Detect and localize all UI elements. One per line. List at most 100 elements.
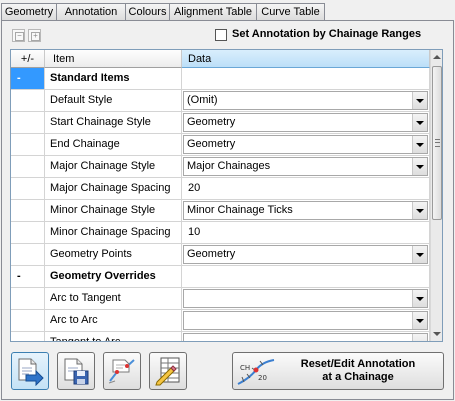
chevron-down-icon[interactable]	[412, 92, 427, 109]
toggle-cell	[11, 178, 45, 200]
plus-square-icon: +	[31, 32, 40, 41]
item-label: Minor Chainage Style	[45, 200, 182, 222]
section-row[interactable]: - Geometry Overrides	[11, 266, 430, 288]
chainage-ranges-checkbox[interactable]	[215, 29, 227, 41]
section-title: Geometry Overrides	[45, 266, 182, 288]
reset-edit-annotation-button[interactable]: CH 20 Reset/Edit Annotation at a Chainag…	[232, 352, 444, 390]
reset-edit-annotation-label: Reset/Edit Annotation at a Chainage	[279, 358, 437, 384]
dropdown-value: Minor Chainage Ticks	[187, 204, 293, 216]
property-row[interactable]: Tangent to Arc	[11, 332, 430, 341]
item-label: Default Style	[45, 90, 182, 112]
vertical-scrollbar[interactable]	[430, 50, 442, 341]
property-row[interactable]: Arc to Arc	[11, 310, 430, 332]
property-row[interactable]: Default Style (Omit)	[11, 90, 430, 112]
tab-alignment-table[interactable]: Alignment Table	[169, 3, 257, 20]
chevron-down-icon[interactable]	[412, 202, 427, 219]
style-dropdown[interactable]	[183, 289, 428, 308]
chevron-down-icon[interactable]	[412, 290, 427, 307]
style-dropdown[interactable]: Major Chainages	[183, 157, 428, 176]
data-cell	[182, 266, 430, 288]
save-settings-button[interactable]	[57, 352, 95, 390]
minus-square-icon: −	[15, 32, 24, 41]
chainage-annotation-icon: CH 20	[237, 359, 275, 385]
data-cell	[182, 288, 430, 310]
property-row[interactable]: Start Chainage Style Geometry	[11, 112, 430, 134]
data-cell: 20	[182, 178, 430, 200]
dropdown-value: (Omit)	[187, 94, 218, 106]
scroll-down-icon[interactable]	[431, 327, 442, 341]
data-cell: Geometry	[182, 112, 430, 134]
chainage-ranges-label: Set Annotation by Chainage Ranges	[232, 28, 422, 40]
tab-colours[interactable]: Colours	[125, 3, 170, 20]
header-item[interactable]: Item	[45, 50, 182, 68]
property-row[interactable]: End Chainage Geometry	[11, 134, 430, 156]
style-dropdown[interactable]: Minor Chainage Ticks	[183, 201, 428, 220]
toggle-cell	[11, 156, 45, 178]
toggle-cell	[11, 310, 45, 332]
pick-alignment-button[interactable]	[103, 352, 141, 390]
property-row[interactable]: Geometry Points Geometry	[11, 244, 430, 266]
item-label: Minor Chainage Spacing	[45, 222, 182, 244]
toggle-cell	[11, 90, 45, 112]
edit-table-button[interactable]	[149, 352, 187, 390]
reset-label-line2: at a Chainage	[322, 371, 394, 383]
svg-text:CH: CH	[240, 364, 250, 372]
grid-header: +/- Item Data	[11, 50, 430, 68]
tab-annotation[interactable]: Annotation	[56, 3, 126, 20]
toggle-cell	[11, 134, 45, 156]
chevron-down-icon[interactable]	[412, 114, 427, 131]
spacing-value-input[interactable]: 10	[185, 226, 200, 238]
property-row[interactable]: Minor Chainage Style Minor Chainage Ticks	[11, 200, 430, 222]
data-cell	[182, 332, 430, 341]
data-cell: Geometry	[182, 134, 430, 156]
chevron-down-icon[interactable]	[412, 246, 427, 263]
item-label: Arc to Tangent	[45, 288, 182, 310]
toggle-cell	[11, 112, 45, 134]
property-row[interactable]: Minor Chainage Spacing 10	[11, 222, 430, 244]
chevron-down-icon[interactable]	[412, 136, 427, 153]
spacing-value-input[interactable]: 20	[185, 182, 200, 194]
dropdown-value: Geometry	[187, 116, 236, 128]
collapse-toggle[interactable]: -	[11, 68, 45, 90]
save-settings-icon	[64, 358, 89, 385]
style-dropdown[interactable]: Geometry	[183, 113, 428, 132]
style-dropdown[interactable]: (Omit)	[183, 91, 428, 110]
header-data[interactable]: Data	[182, 50, 430, 68]
scrollbar-thumb[interactable]	[432, 66, 442, 220]
svg-text:20: 20	[258, 374, 267, 382]
header-toggle[interactable]: +/-	[11, 50, 45, 68]
toggle-cell	[11, 222, 45, 244]
chevron-down-icon[interactable]	[412, 334, 427, 341]
chevron-down-icon[interactable]	[412, 312, 427, 329]
style-dropdown[interactable]: Geometry	[183, 135, 428, 154]
collapse-all-button[interactable]: −	[12, 29, 25, 42]
toggle-cell	[11, 244, 45, 266]
tab-curve-table[interactable]: Curve Table	[256, 3, 325, 20]
edit-table-icon	[155, 357, 180, 386]
property-row[interactable]: Arc to Tangent	[11, 288, 430, 310]
property-row[interactable]: Major Chainage Spacing 20	[11, 178, 430, 200]
load-settings-button[interactable]	[11, 352, 49, 390]
style-dropdown[interactable]	[183, 311, 428, 330]
chevron-down-icon[interactable]	[412, 158, 427, 175]
section-title: Standard Items	[45, 68, 182, 90]
data-cell	[182, 310, 430, 332]
toggle-cell	[11, 288, 45, 310]
collapse-toggle[interactable]: -	[11, 266, 45, 288]
item-label: Start Chainage Style	[45, 112, 182, 134]
tab-geometry[interactable]: Geometry	[1, 3, 57, 20]
dropdown-value: Geometry	[187, 248, 236, 260]
section-row[interactable]: - Standard Items	[11, 68, 430, 90]
scroll-up-icon[interactable]	[431, 50, 442, 64]
toggle-cell	[11, 200, 45, 222]
style-dropdown[interactable]	[183, 333, 428, 341]
load-settings-icon	[18, 358, 44, 386]
expand-all-button[interactable]: +	[28, 29, 41, 42]
dropdown-value: Geometry	[187, 138, 236, 150]
data-cell: 10	[182, 222, 430, 244]
property-row[interactable]: Major Chainage Style Major Chainages	[11, 156, 430, 178]
tab-strip: Geometry Annotation Colours Alignment Ta…	[0, 0, 455, 21]
item-label: Major Chainage Spacing	[45, 178, 182, 200]
data-cell: Major Chainages	[182, 156, 430, 178]
style-dropdown[interactable]: Geometry	[183, 245, 428, 264]
